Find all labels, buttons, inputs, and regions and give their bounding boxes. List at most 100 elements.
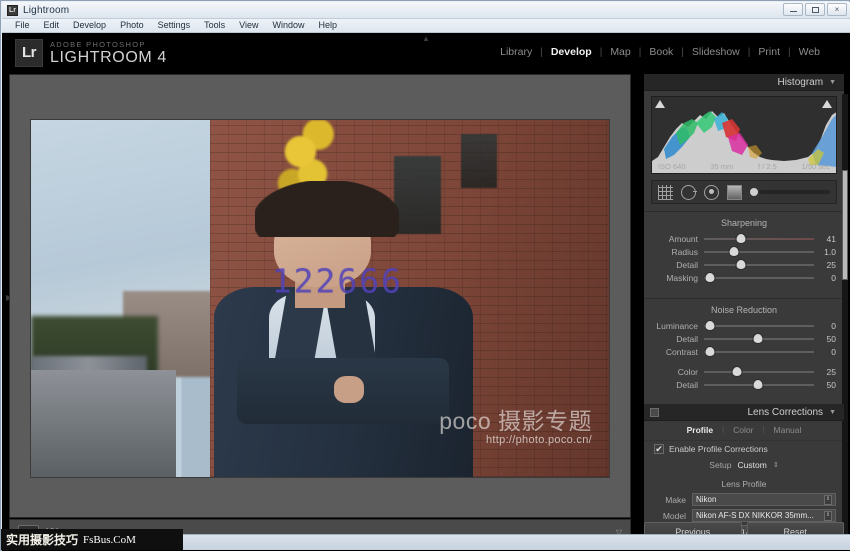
top-panel-collapse-icon[interactable]: ▲: [422, 35, 430, 43]
identity-subtitle: ADOBE PHOTOSHOP: [50, 40, 146, 49]
identity-plate: Lr ADOBE PHOTOSHOP LIGHTROOM 4: [15, 39, 167, 67]
photo-street-region: [31, 369, 176, 477]
minimize-button[interactable]: [783, 3, 803, 16]
slider-value[interactable]: 25: [814, 260, 836, 270]
lightroom-header: ▲ Lr ADOBE PHOTOSHOP LIGHTROOM 4 Library…: [2, 33, 850, 74]
slider-track[interactable]: [704, 379, 814, 390]
slider-value[interactable]: 50: [814, 334, 836, 344]
close-icon[interactable]: ×: [827, 3, 847, 16]
module-web[interactable]: Web: [791, 46, 828, 58]
menu-develop[interactable]: Develop: [66, 19, 113, 32]
image-canvas[interactable]: 122666 poco 摄影专题 http://photo.poco.cn/: [9, 74, 631, 518]
stepper-icon[interactable]: ⇕: [773, 462, 779, 469]
lightroom-app: ▲ Lr ADOBE PHOTOSHOP LIGHTROOM 4 Library…: [2, 33, 850, 551]
slider-row[interactable]: Luminance 0: [644, 319, 844, 332]
slider-track[interactable]: [704, 246, 814, 257]
module-book[interactable]: Book: [641, 46, 681, 58]
histogram-graph[interactable]: ISO 640 35 mm f / 2.5 1/50 sec: [651, 96, 837, 174]
chevron-down-icon[interactable]: ▼: [829, 79, 836, 86]
chevron-down-icon[interactable]: ▼: [829, 409, 836, 416]
photo-subject: [213, 180, 473, 477]
stepper-icon[interactable]: ⇕: [824, 510, 832, 521]
menu-file[interactable]: File: [8, 19, 37, 32]
menu-edit[interactable]: Edit: [37, 19, 67, 32]
slider-label: Detail: [676, 333, 698, 344]
slider-value[interactable]: 0: [814, 273, 836, 283]
slider-value[interactable]: 25: [814, 367, 836, 377]
tab-profile[interactable]: Profile: [678, 425, 722, 435]
lens-make-value: Nikon: [696, 495, 717, 504]
shadow-clipping-icon[interactable]: [655, 100, 666, 109]
right-panel-scroll-trough[interactable]: [842, 94, 848, 546]
module-library[interactable]: Library: [492, 46, 540, 58]
slider-row[interactable]: Masking 0: [644, 271, 844, 284]
slider-label: Amount: [668, 233, 698, 244]
spot-removal-icon[interactable]: [681, 184, 697, 200]
lens-make-select[interactable]: Nikon ⇕: [692, 493, 836, 506]
module-map[interactable]: Map: [602, 46, 638, 58]
slider-row[interactable]: Color 25: [644, 365, 844, 378]
red-eye-icon[interactable]: [704, 184, 719, 200]
module-slideshow[interactable]: Slideshow: [684, 46, 748, 58]
slider-row[interactable]: Contrast 0: [644, 345, 844, 358]
photo-container[interactable]: 122666 poco 摄影专题 http://photo.poco.cn/: [31, 120, 609, 477]
slider-value[interactable]: 41: [814, 234, 836, 244]
slider-track[interactable]: [704, 346, 814, 357]
setup-value[interactable]: Custom: [738, 460, 767, 470]
checkbox-checked-icon[interactable]: ✔: [654, 444, 664, 454]
slider-row[interactable]: Detail 50: [644, 332, 844, 345]
slider-track[interactable]: [704, 259, 814, 270]
screenshot-root: Lr Lightroom × File Edit Develop Photo S…: [0, 0, 850, 551]
tab-color[interactable]: Color: [724, 425, 762, 435]
slider-row[interactable]: Amount 41: [644, 232, 844, 245]
maximize-button[interactable]: [805, 3, 825, 16]
stepper-icon[interactable]: ⇕: [824, 494, 832, 505]
menu-settings[interactable]: Settings: [151, 19, 198, 32]
slider-value[interactable]: 0: [814, 347, 836, 357]
lens-make-row[interactable]: Make Nikon ⇕: [644, 493, 844, 509]
crop-overlay-icon[interactable]: [658, 184, 673, 200]
slider-value[interactable]: 50: [814, 380, 836, 390]
menu-tools[interactable]: Tools: [197, 19, 232, 32]
setup-row[interactable]: Setup Custom ⇕: [644, 458, 844, 475]
window-title: Lightroom: [23, 4, 70, 16]
lens-corrections-title: Lens Corrections: [747, 406, 824, 418]
graduated-filter-icon[interactable]: [727, 184, 742, 200]
lens-panel-switch-icon[interactable]: [650, 407, 659, 417]
menu-view[interactable]: View: [232, 19, 265, 32]
menu-photo[interactable]: Photo: [113, 19, 151, 32]
slider-track[interactable]: [704, 272, 814, 283]
histogram-panel-title: Histogram: [777, 76, 824, 88]
slider-track[interactable]: [704, 233, 814, 244]
enable-profile-corrections-row[interactable]: ✔ Enable Profile Corrections: [644, 440, 844, 458]
menu-help[interactable]: Help: [312, 19, 345, 32]
slider-value[interactable]: 1.0: [814, 247, 836, 257]
tab-manual[interactable]: Manual: [765, 425, 811, 435]
slider-track[interactable]: [704, 366, 814, 377]
slider-row[interactable]: Detail 25: [644, 258, 844, 271]
slider-track[interactable]: [704, 333, 814, 344]
slider-value[interactable]: 0: [814, 321, 836, 331]
lens-model-select[interactable]: Nikon AF-S DX NIKKOR 35mm... ⇕: [692, 509, 836, 522]
highlight-clipping-icon[interactable]: [822, 100, 833, 109]
right-panel-scrollbar[interactable]: [842, 170, 848, 280]
metadata-shutter: 1/50 sec: [801, 162, 830, 171]
slider-label: Color: [677, 366, 698, 377]
histogram-panel-header[interactable]: Histogram ▼: [644, 74, 844, 91]
lens-corrections-header[interactable]: Lens Corrections ▼: [644, 404, 844, 421]
window-controls: ×: [783, 3, 847, 16]
module-develop[interactable]: Develop: [543, 46, 600, 58]
metadata-iso: ISO 640: [658, 162, 686, 171]
slider-row[interactable]: Detail 50: [644, 378, 844, 391]
right-panel: Histogram ▼ ISO 640 35 mm f / 2.5 1/50 s…: [644, 74, 848, 546]
module-print[interactable]: Print: [750, 46, 788, 58]
adjustment-brush-icon[interactable]: [750, 188, 830, 196]
slider-track[interactable]: [704, 320, 814, 331]
lens-model-label: Model: [662, 510, 686, 521]
menu-window[interactable]: Window: [266, 19, 312, 32]
slider-label: Detail: [676, 259, 698, 270]
sharpening-title: Sharpening: [720, 218, 768, 228]
slider-label: Radius: [671, 246, 698, 257]
slider-row[interactable]: Radius 1.0: [644, 245, 844, 258]
lens-tabs: Profile | Color | Manual: [644, 421, 844, 440]
